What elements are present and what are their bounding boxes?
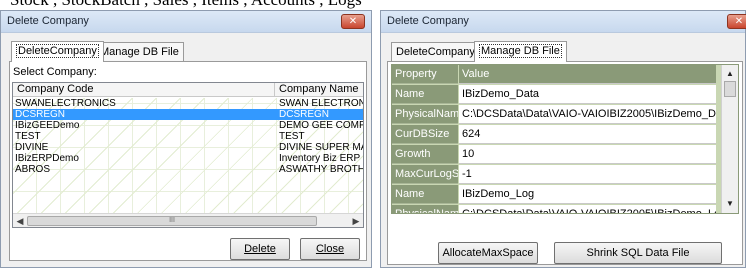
window-title: Delete Company xyxy=(387,15,469,27)
scroll-thumb[interactable]: III xyxy=(27,216,317,226)
grid-value[interactable]: IBizDemo_Data xyxy=(459,85,716,104)
delete-button[interactable]: Delete xyxy=(230,238,290,260)
close-button[interactable]: Close xyxy=(300,238,360,260)
grid-value[interactable]: 10 xyxy=(459,145,716,164)
list-item[interactable]: IBizGEEDemo DEMO GEE COMPAN xyxy=(13,120,363,131)
grid-header-value: Value xyxy=(459,65,716,84)
grid-row[interactable]: Name IBizDemo_Data xyxy=(392,85,738,104)
grid-row[interactable]: Name IBizDemo_Log xyxy=(392,185,738,204)
grid-key: Name xyxy=(392,85,458,104)
scroll-up-icon[interactable]: ▲ xyxy=(722,67,738,81)
list-item[interactable]: ABROS ASWATHY BROTHER xyxy=(13,164,363,175)
scroll-thumb[interactable] xyxy=(724,81,736,97)
window-title: Delete Company xyxy=(7,15,89,27)
grid-value[interactable]: C:\DCSData\Data\VAIO-VAIOIBIZ2005\IBizDe… xyxy=(459,205,716,213)
close-icon[interactable]: ✕ xyxy=(727,14,746,29)
tab-delete-company[interactable]: DeleteCompany xyxy=(11,41,104,62)
grid-key: PhysicalNam xyxy=(392,205,458,213)
list-item[interactable]: DIVINE DIVINE SUPER MARK xyxy=(13,142,363,153)
scroll-down-icon[interactable]: ▼ xyxy=(722,197,738,211)
tab-manage-db-file[interactable]: Manage DB File xyxy=(95,42,184,61)
scroll-left-icon[interactable]: ◀ xyxy=(14,215,26,227)
grid-key: MaxCurLogS xyxy=(392,165,458,184)
grid-row[interactable]: PhysicalNam C:\DCSData\Data\VAIO-VAIOIBI… xyxy=(392,205,738,213)
grid-value[interactable]: IBizDemo_Log xyxy=(459,185,716,204)
list-item[interactable]: IBizERPDemo Inventory Biz ERP xyxy=(13,153,363,164)
scroll-right-icon[interactable]: ▶ xyxy=(350,215,362,227)
company-list[interactable]: Company Code Company Name SWANELECTRONIC… xyxy=(12,82,364,228)
title-bar: Delete Company ✕ xyxy=(381,11,746,33)
grid-header-row: Property Value xyxy=(392,65,738,84)
tab-manage-db-file[interactable]: Manage DB File xyxy=(474,41,567,62)
vertical-scrollbar[interactable]: ▲ ▼ xyxy=(721,65,738,213)
grid-key: Growth xyxy=(392,145,458,164)
db-file-property-grid[interactable]: Property Value Name IBizDemo_Data Physic… xyxy=(391,64,739,214)
list-item[interactable]: TEST TEST xyxy=(13,131,363,142)
grid-row[interactable]: Growth 10 xyxy=(392,145,738,164)
grid-header-property: Property xyxy=(392,65,458,84)
column-header-company-name[interactable]: Company Name xyxy=(275,83,363,97)
delete-company-window-right: Delete Company ✕ DeleteCompany Manage DB… xyxy=(380,10,746,268)
grid-key: Name xyxy=(392,185,458,204)
grid-row[interactable]: CurDBSize 624 xyxy=(392,125,738,144)
grid-key: CurDBSize xyxy=(392,125,458,144)
grid-value[interactable]: -1 xyxy=(459,165,716,184)
background-caption: Stock , StockBatch , Sales , Items , Acc… xyxy=(10,0,510,9)
grid-row[interactable]: PhysicalNam C:\DCSData\Data\VAIO-VAIOIBI… xyxy=(392,105,738,124)
title-bar: Delete Company ✕ xyxy=(1,11,371,33)
column-header-company-code[interactable]: Company Code xyxy=(13,83,275,97)
allocate-max-space-button[interactable]: AllocateMaxSpace xyxy=(438,242,538,264)
horizontal-scrollbar[interactable]: ◀ III ▶ xyxy=(13,213,363,227)
tab-delete-company[interactable]: DeleteCompany xyxy=(391,42,480,61)
tab-panel: Property Value Name IBizDemo_Data Physic… xyxy=(387,61,743,265)
list-item[interactable]: SWANELECTRONICS SWAN ELECTRONIC xyxy=(13,98,363,109)
list-item-selected[interactable]: DCSREGN DCSREGN xyxy=(13,109,363,120)
select-company-label: Select Company: xyxy=(13,66,97,78)
delete-company-window-left: Delete Company ✕ DeleteCompany Manage DB… xyxy=(0,10,372,268)
shrink-sql-data-file-button[interactable]: Shrink SQL Data File xyxy=(554,242,722,264)
grid-value[interactable]: 624 xyxy=(459,125,716,144)
close-icon[interactable]: ✕ xyxy=(341,14,365,29)
tab-panel: Select Company: Company Code Company Nam… xyxy=(9,61,367,261)
grid-row[interactable]: MaxCurLogS -1 xyxy=(392,165,738,184)
grid-key: PhysicalNam xyxy=(392,105,458,124)
grid-value[interactable]: C:\DCSData\Data\VAIO-VAIOIBIZ2005\IBizDe… xyxy=(459,105,716,124)
